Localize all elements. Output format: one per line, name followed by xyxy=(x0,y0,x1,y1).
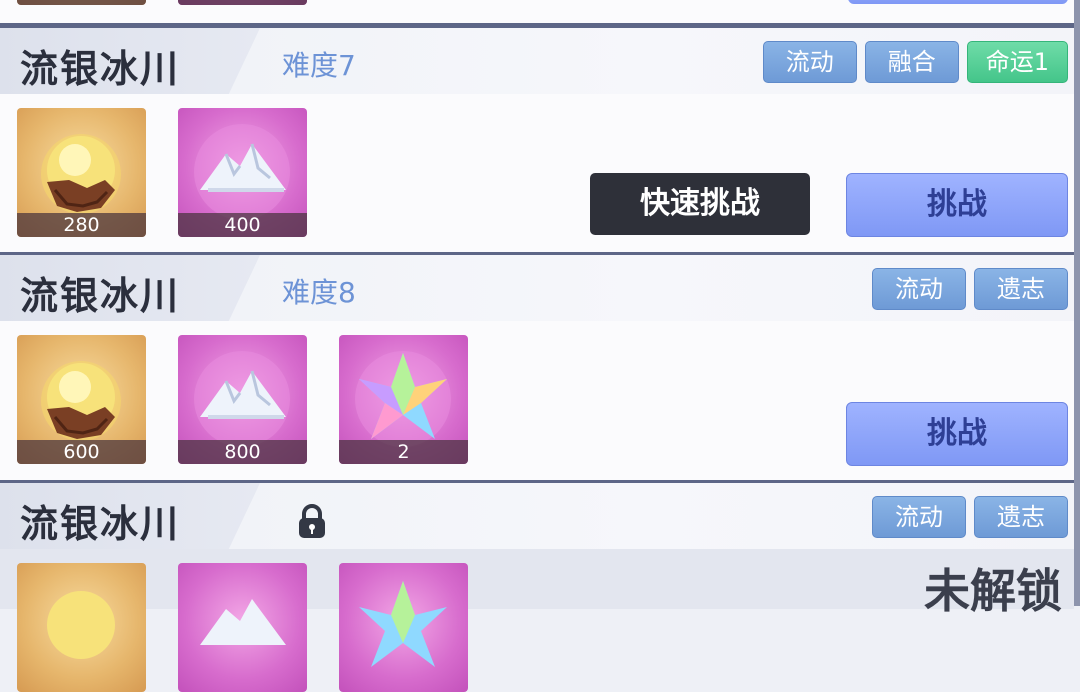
challenge-button[interactable]: 挑战 xyxy=(846,402,1068,466)
reward-quantity: 280 xyxy=(17,213,146,237)
stage-card-difficulty-7: 流银冰川 难度7 流动 融合 命运1 280 400 快速挑战 挑战 xyxy=(0,25,1074,252)
reward-gold-ore xyxy=(17,563,146,692)
tag-fate[interactable]: 命运1 xyxy=(966,41,1068,83)
reward-gold-ore[interactable]: 280 xyxy=(17,108,146,237)
quick-challenge-button[interactable]: 快速挑战 xyxy=(590,173,810,235)
rainbow-crystal-icon xyxy=(359,581,447,667)
right-border xyxy=(1074,0,1080,606)
stage-title: 流银冰川 xyxy=(20,46,181,91)
lock-icon xyxy=(296,503,328,543)
difficulty-label: 难度8 xyxy=(282,276,356,309)
reward-silver-powder: 375 xyxy=(178,0,307,5)
stage-card-previous: 200 375 xyxy=(0,0,1074,26)
reward-quantity: 400 xyxy=(178,213,307,237)
tag-list: 流动 遗志 xyxy=(872,496,1068,538)
challenge-button[interactable]: 挑战 xyxy=(846,173,1068,237)
reward-silver-powder[interactable]: 400 xyxy=(178,108,307,237)
reward-list: 600 800 2 xyxy=(17,335,468,464)
reward-list: 280 400 xyxy=(17,108,307,237)
stage-card-locked: 流银冰川 流动 遗志 未解锁 xyxy=(0,480,1074,692)
gold-ore-icon xyxy=(47,591,115,659)
reward-quantity: 200 xyxy=(17,0,146,5)
locked-label: 未解锁 xyxy=(924,564,1062,618)
reward-quantity: 375 xyxy=(178,0,307,5)
tag-list: 流动 融合 命运1 xyxy=(762,41,1068,83)
difficulty-label: 难度7 xyxy=(282,49,356,82)
card-header: 流银冰川 难度7 流动 融合 命运1 xyxy=(0,28,1074,94)
stage-title: 流银冰川 xyxy=(20,273,181,318)
challenge-button-previous[interactable] xyxy=(848,0,1068,4)
card-header: 流银冰川 难度8 流动 遗志 xyxy=(0,255,1074,321)
reward-quantity: 600 xyxy=(17,440,146,464)
tag-flow[interactable]: 流动 xyxy=(762,41,857,83)
reward-silver-powder xyxy=(178,563,307,692)
card-header: 流银冰川 流动 遗志 xyxy=(0,483,1074,549)
reward-rainbow-crystal[interactable]: 2 xyxy=(339,335,468,464)
tag-flow[interactable]: 流动 xyxy=(872,496,966,538)
reward-list xyxy=(17,563,468,692)
reward-gold-ore[interactable]: 600 xyxy=(17,335,146,464)
stage-card-difficulty-8: 流银冰川 难度8 流动 遗志 600 800 2 挑战 xyxy=(0,252,1074,480)
silver-powder-icon xyxy=(200,599,286,645)
tag-list: 流动 遗志 xyxy=(872,268,1068,310)
reward-silver-powder[interactable]: 800 xyxy=(178,335,307,464)
tag-legacy[interactable]: 遗志 xyxy=(974,268,1068,310)
tag-fusion[interactable]: 融合 xyxy=(864,41,959,83)
tag-flow[interactable]: 流动 xyxy=(872,268,966,310)
stage-title: 流银冰川 xyxy=(20,501,181,546)
reward-gold-ore: 200 xyxy=(17,0,146,5)
reward-quantity: 2 xyxy=(339,440,468,464)
reward-quantity: 800 xyxy=(178,440,307,464)
reward-rainbow-crystal xyxy=(339,563,468,692)
tag-legacy[interactable]: 遗志 xyxy=(974,496,1068,538)
